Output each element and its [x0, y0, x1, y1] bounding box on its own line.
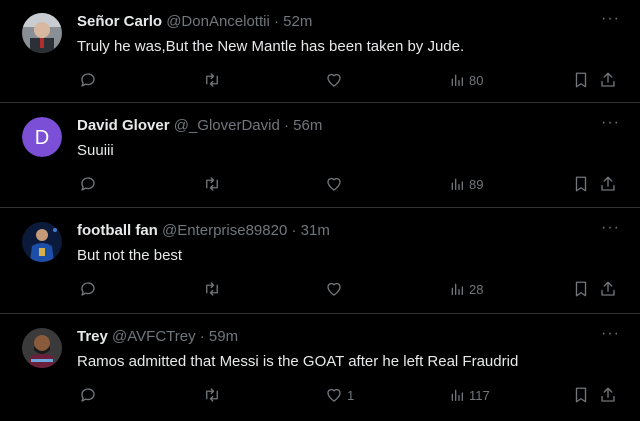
- views-button[interactable]: 28: [449, 279, 483, 299]
- retweet-button[interactable]: [202, 174, 222, 194]
- tweet-text: Suuiii: [77, 142, 114, 159]
- share-button[interactable]: [599, 70, 617, 90]
- more-icon[interactable]: ···: [601, 219, 620, 237]
- bookmark-button[interactable]: [572, 385, 590, 405]
- retweet-button[interactable]: [202, 279, 222, 299]
- reply-icon: [81, 73, 95, 87]
- retweet-icon: [206, 73, 218, 87]
- heart-icon: [327, 73, 341, 87]
- retweet-button[interactable]: [202, 70, 222, 90]
- share-icon: [601, 387, 615, 402]
- timestamp[interactable]: · 59m: [200, 328, 238, 345]
- views-button[interactable]: 117: [449, 385, 490, 405]
- timestamp[interactable]: · 31m: [291, 222, 329, 239]
- reply-icon: [81, 388, 95, 402]
- avatar[interactable]: D: [22, 117, 62, 157]
- share-button[interactable]: [599, 385, 617, 405]
- tweet-header: Trey @AVFCTrey · 59m: [77, 327, 238, 347]
- like-button[interactable]: [325, 70, 347, 90]
- user-handle[interactable]: @Enterprise89820: [162, 222, 287, 239]
- tweet-text: Truly he was,But the New Mantle has been…: [77, 38, 465, 55]
- user-handle[interactable]: @AVFCTrey: [112, 328, 196, 345]
- more-icon[interactable]: ···: [601, 114, 620, 132]
- reply-icon: [81, 282, 95, 296]
- timestamp[interactable]: · 52m: [274, 13, 312, 30]
- like-button[interactable]: 1: [325, 385, 354, 405]
- like-button[interactable]: [325, 174, 347, 194]
- share-icon: [601, 281, 615, 296]
- tweet[interactable]: D David Glover @_GloverDavid · 56m ··· S…: [0, 104, 640, 208]
- retweet-icon: [206, 282, 218, 296]
- avatar[interactable]: [22, 328, 62, 368]
- reply-button[interactable]: [79, 70, 97, 90]
- view-count: 117: [469, 387, 490, 403]
- user-handle[interactable]: @_GloverDavid: [174, 117, 280, 134]
- views-icon: [451, 178, 463, 190]
- view-count: 28: [469, 281, 484, 297]
- bookmark-icon: [575, 176, 587, 192]
- bookmark-icon: [575, 281, 587, 297]
- tweet-text: Ramos admitted that Messi is the GOAT af…: [77, 353, 519, 370]
- reply-button[interactable]: [79, 174, 97, 194]
- share-button[interactable]: [599, 279, 617, 299]
- display-name[interactable]: football fan: [77, 222, 158, 239]
- reply-button[interactable]: [79, 279, 97, 299]
- tweet-header: David Glover @_GloverDavid · 56m: [77, 116, 322, 136]
- display-name[interactable]: Señor Carlo: [77, 13, 162, 30]
- tweet[interactable]: Trey @AVFCTrey · 59m ··· Ramos admitted …: [0, 315, 640, 421]
- bookmark-button[interactable]: [572, 70, 590, 90]
- heart-icon: [327, 388, 341, 402]
- display-name[interactable]: Trey: [77, 328, 108, 345]
- tweet-header: football fan @Enterprise89820 · 31m: [77, 221, 330, 241]
- more-icon[interactable]: ···: [601, 10, 620, 28]
- retweet-icon: [206, 388, 218, 402]
- tweet-header: Señor Carlo @DonAncelottii · 52m: [77, 12, 312, 32]
- bookmark-icon: [575, 72, 587, 88]
- views-icon: [451, 74, 463, 86]
- user-handle[interactable]: @DonAncelottii: [166, 13, 270, 30]
- action-bar: 1 117: [77, 385, 620, 405]
- heart-icon: [327, 282, 341, 296]
- bookmark-button[interactable]: [572, 279, 590, 299]
- avatar-letter: D: [35, 127, 49, 149]
- share-icon: [601, 72, 615, 87]
- like-button[interactable]: [325, 279, 347, 299]
- retweet-icon: [206, 177, 218, 191]
- avatar[interactable]: [22, 222, 62, 262]
- heart-icon: [327, 177, 341, 191]
- display-name[interactable]: David Glover: [77, 117, 170, 134]
- like-count: 1: [347, 387, 355, 403]
- retweet-button[interactable]: [202, 385, 222, 405]
- action-bar: 28: [77, 279, 620, 299]
- more-icon[interactable]: ···: [601, 325, 620, 343]
- reply-button[interactable]: [79, 385, 97, 405]
- action-bar: 80: [77, 70, 620, 90]
- tweet[interactable]: football fan @Enterprise89820 · 31m ··· …: [0, 209, 640, 314]
- timestamp[interactable]: · 56m: [284, 117, 322, 134]
- reply-icon: [81, 177, 95, 191]
- views-icon: [451, 389, 463, 401]
- bookmark-button[interactable]: [572, 174, 590, 194]
- action-bar: 89: [77, 174, 620, 194]
- share-button[interactable]: [599, 174, 617, 194]
- bookmark-icon: [575, 387, 587, 403]
- views-button[interactable]: 80: [449, 70, 483, 90]
- avatar[interactable]: [22, 13, 62, 53]
- tweet[interactable]: Señor Carlo @DonAncelottii · 52m ··· Tru…: [0, 0, 640, 103]
- reply-feed: Señor Carlo @DonAncelottii · 52m ··· Tru…: [0, 0, 640, 421]
- views-icon: [451, 283, 463, 295]
- share-icon: [601, 176, 615, 191]
- view-count: 89: [469, 176, 484, 192]
- view-count: 80: [469, 72, 484, 88]
- tweet-text: But not the best: [77, 247, 183, 264]
- views-button[interactable]: 89: [449, 174, 483, 194]
